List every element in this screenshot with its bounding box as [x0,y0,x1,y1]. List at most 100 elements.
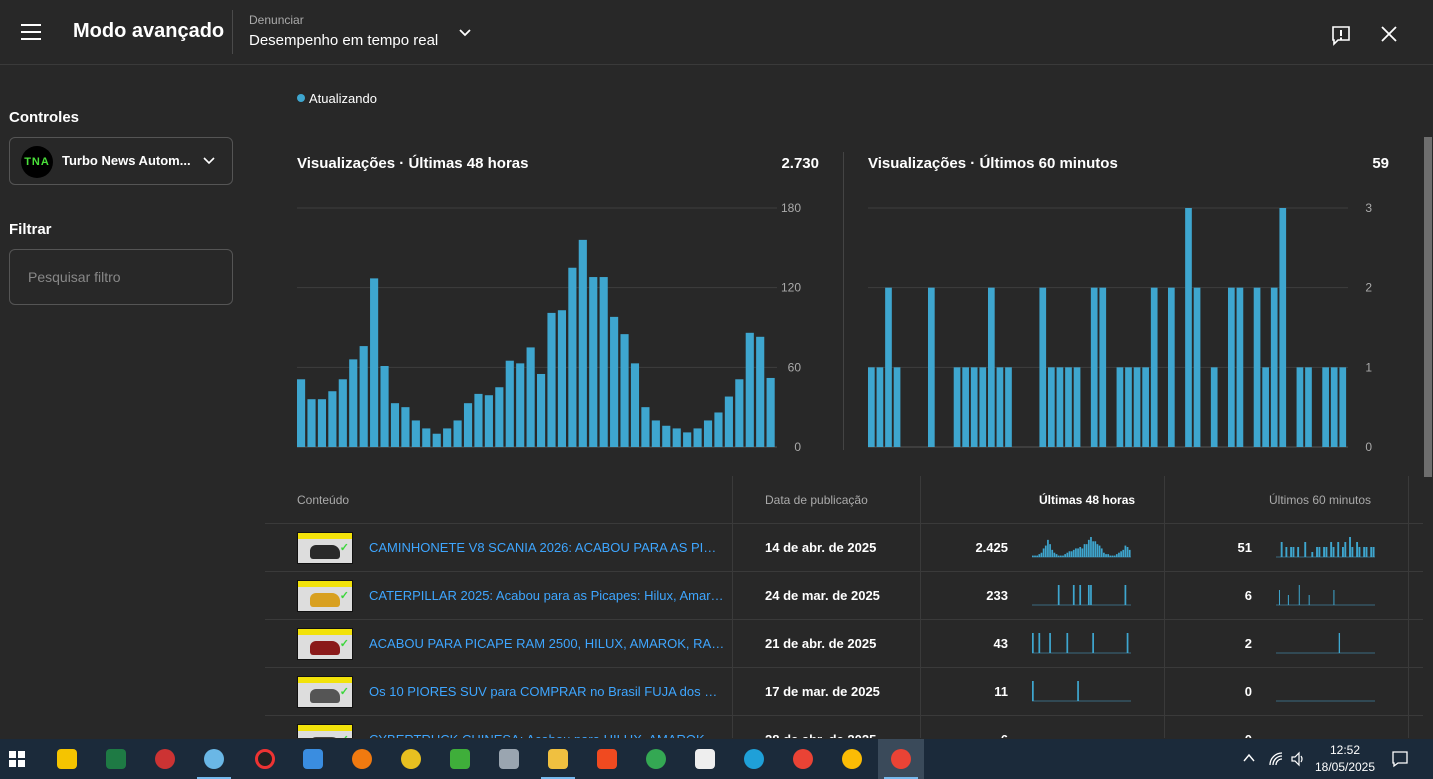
bar[interactable] [1039,287,1047,447]
bar[interactable] [651,420,660,447]
paint-palette-icon[interactable] [204,749,224,769]
chevron-down-icon[interactable] [458,26,472,40]
bar[interactable] [578,239,587,447]
bar[interactable] [349,359,358,447]
chrome-icon[interactable] [793,749,813,769]
bar[interactable] [599,277,608,447]
brave-icon[interactable] [597,749,617,769]
bar[interactable] [893,367,901,447]
video-title-link[interactable]: CAMINHONETE V8 SCANIA 2026: ACABOU PARA … [369,540,725,555]
bar[interactable] [620,334,629,447]
bar[interactable] [766,377,775,447]
bar[interactable] [1116,367,1124,447]
bar[interactable] [307,399,316,447]
chrome-icon[interactable] [646,749,666,769]
bar[interactable] [1262,367,1269,447]
bar[interactable] [380,366,389,447]
bar[interactable] [1228,287,1235,447]
bar[interactable] [1279,208,1287,447]
bar[interactable] [557,310,567,447]
video-title-link[interactable]: ACABOU PARA PICAPE RAM 2500, HILUX, AMAR… [369,636,725,651]
close-icon[interactable] [1379,24,1399,44]
video-thumbnail[interactable]: ✓ [297,724,353,738]
bar[interactable] [547,312,556,447]
bar[interactable] [979,367,987,447]
bar[interactable] [516,363,525,447]
table-row[interactable]: ✓ Os 10 PIORES SUV para COMPRAR no Brasil… [265,667,1423,715]
notification-icon[interactable] [1391,750,1409,768]
report-selector[interactable]: Desempenho em tempo real [249,32,438,49]
bar[interactable] [1305,367,1312,447]
bar[interactable] [422,428,431,447]
bar[interactable] [1270,287,1278,447]
bar[interactable] [1185,208,1192,447]
bar[interactable] [724,396,733,447]
video-thumbnail[interactable]: ✓ [297,628,353,660]
table-row[interactable]: ✓ CATERPILLAR 2025: Acabou para as Picape… [265,571,1423,619]
table-row[interactable]: ✓ CYBERTRUCK CHINESA: Acabou para HILUX, … [265,715,1423,738]
bar[interactable] [401,407,410,447]
bar[interactable] [589,277,598,447]
bar[interactable] [1099,287,1107,447]
bar[interactable] [1005,367,1012,447]
bar[interactable] [662,425,671,447]
bar[interactable] [988,287,995,447]
recorder-icon[interactable] [255,749,275,769]
clock-date[interactable]: 18/05/2025 [1310,760,1380,774]
video-thumbnail[interactable]: ✓ [297,532,353,564]
video-title-link[interactable]: Os 10 PIORES SUV para COMPRAR no Brasil … [369,684,725,699]
bar[interactable] [484,395,493,447]
volume-icon[interactable] [1290,751,1306,767]
bar[interactable] [693,428,702,447]
video-title-link[interactable]: CATERPILLAR 2025: Acabou para as Picapes… [369,588,725,603]
bar[interactable] [474,393,483,447]
bar[interactable] [672,428,681,447]
chrome-icon[interactable] [842,749,862,769]
bar[interactable] [1339,367,1347,447]
table-row[interactable]: ✓ CAMINHONETE V8 SCANIA 2026: ACABOU PARA… [265,523,1423,571]
scrollbar[interactable] [1424,137,1432,477]
bar[interactable] [683,432,692,447]
clock-time[interactable]: 12:52 [1310,743,1380,757]
bar[interactable] [1150,287,1158,447]
wifi-icon[interactable] [1268,751,1284,767]
bar[interactable] [297,379,306,447]
bar[interactable] [432,433,441,447]
bar[interactable] [868,367,875,447]
notion-icon[interactable] [695,749,715,769]
bar[interactable] [1073,367,1081,447]
header-content[interactable]: Conteúdo [297,493,349,507]
project-icon[interactable] [450,749,470,769]
chrome-icon[interactable] [891,749,911,769]
bar[interactable] [641,407,650,447]
bar[interactable] [1210,367,1218,447]
bar[interactable] [610,316,619,447]
chevron-up-icon[interactable] [1243,753,1255,763]
excel-icon[interactable] [106,749,126,769]
bar[interactable] [359,346,368,447]
sticky-notes-icon[interactable] [57,749,77,769]
bar[interactable] [1133,367,1141,447]
bar[interactable] [495,387,504,447]
bar[interactable] [526,347,535,447]
windows-start-icon[interactable] [9,751,25,767]
edge-icon[interactable] [744,749,764,769]
bar[interactable] [1330,367,1338,447]
feedback-icon[interactable] [1330,24,1352,46]
bar[interactable] [317,399,327,447]
bar[interactable] [537,373,546,447]
bar[interactable] [962,367,969,447]
header-last-60m[interactable]: Últimos 60 minutos [1269,493,1371,507]
bar[interactable] [953,367,961,447]
bar[interactable] [996,367,1004,447]
table-row[interactable]: ✓ ACABOU PARA PICAPE RAM 2500, HILUX, AMA… [265,619,1423,667]
bar[interactable] [1296,367,1304,447]
bar[interactable] [1065,367,1072,447]
bar[interactable] [1056,367,1064,447]
bar[interactable] [411,420,420,447]
firefox-icon[interactable] [352,749,372,769]
contact-card-icon[interactable] [303,749,323,769]
bar[interactable] [390,403,400,447]
bar[interactable] [876,367,884,447]
bar[interactable] [338,379,347,447]
